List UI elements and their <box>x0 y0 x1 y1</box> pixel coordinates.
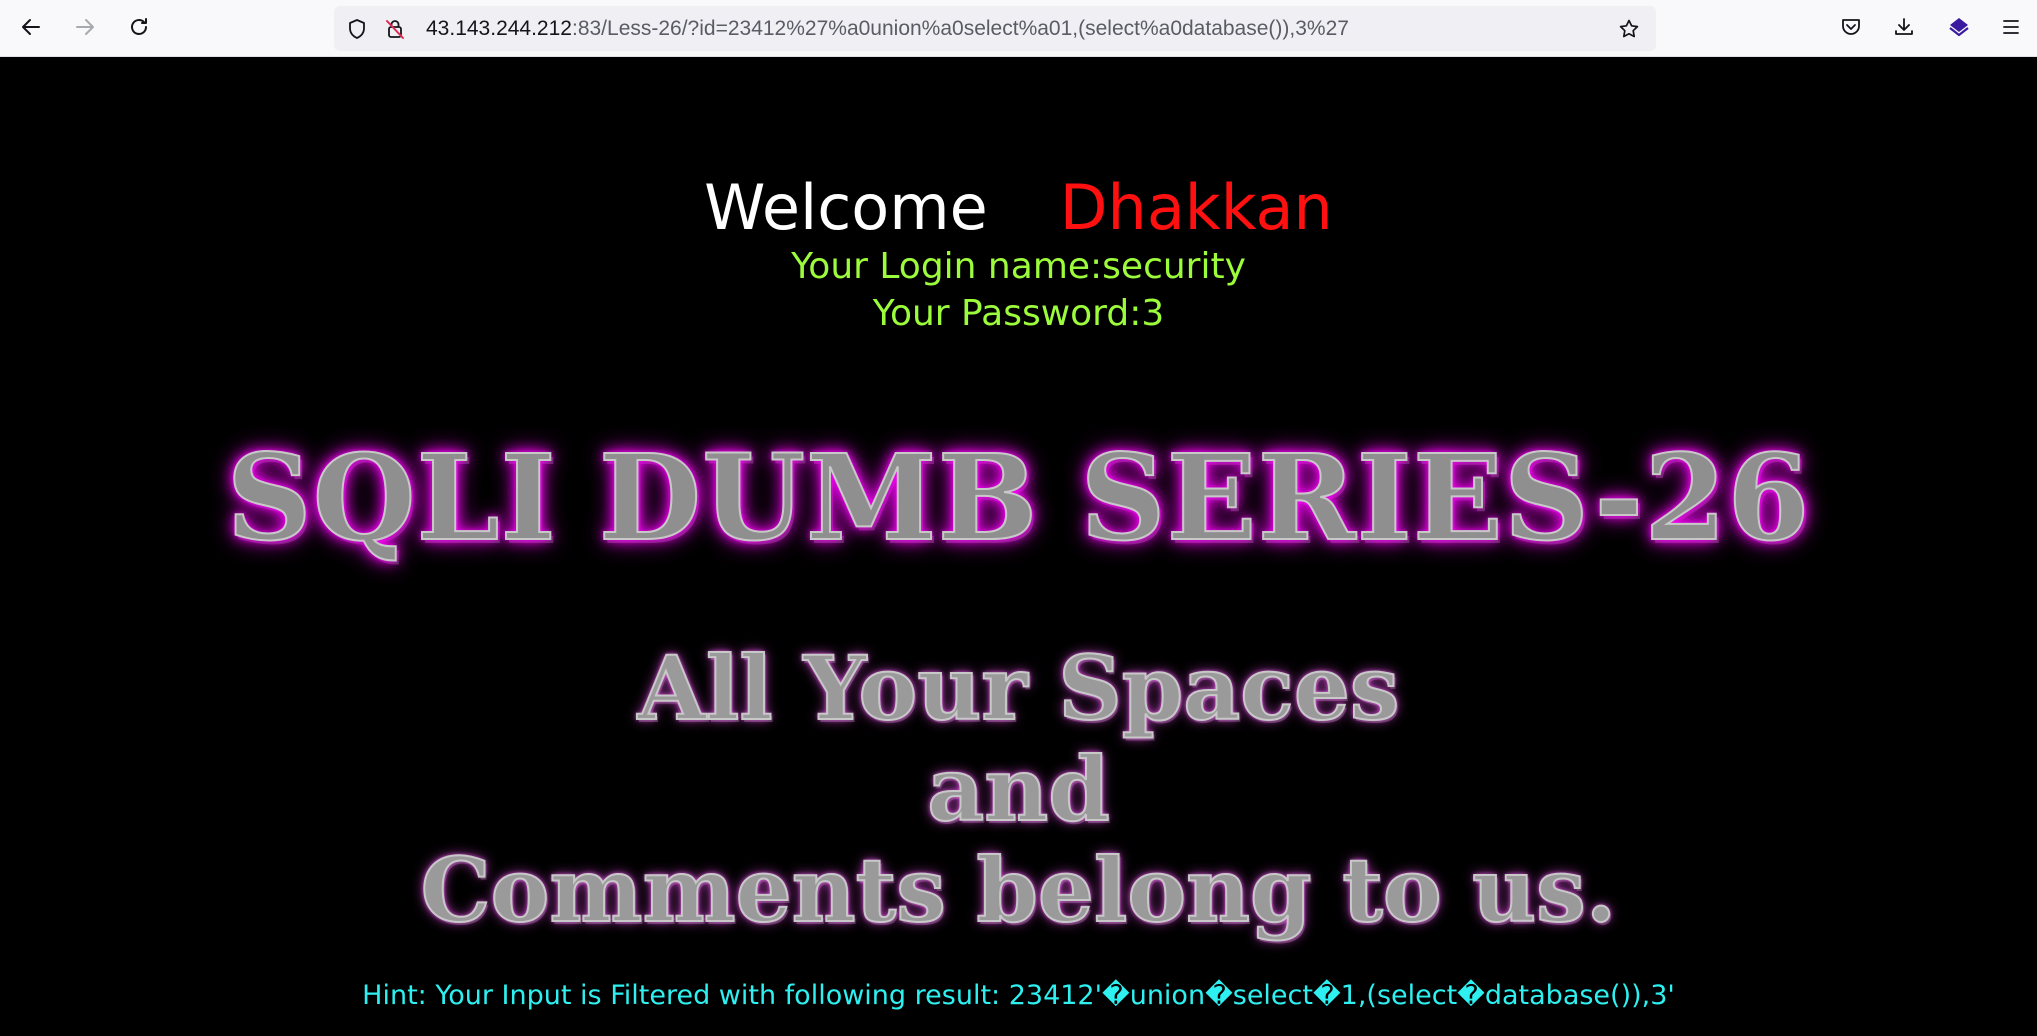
downloads-button[interactable] <box>1885 10 1923 48</box>
bookmark-star-icon[interactable] <box>1616 16 1642 42</box>
hint-text: Hint: Your Input is Filtered with follow… <box>362 980 1675 1011</box>
menu-button[interactable] <box>1992 10 2030 48</box>
welcome-text: Welcome <box>704 171 988 244</box>
forward-button[interactable] <box>66 10 104 48</box>
password-line: Your Password:3 <box>872 293 1165 334</box>
extension-icon <box>1947 15 1971 43</box>
menu-icon <box>1999 15 2023 43</box>
url-path: :83/Less-26/?id=23412%27%a0union%a0selec… <box>571 17 1349 40</box>
pocket-icon <box>1839 15 1863 43</box>
subtitle-line-3: Comments belong to us. <box>420 838 1618 942</box>
address-bar[interactable]: 43.143.244.212:83/Less-26/?id=23412%27%a… <box>334 6 1656 51</box>
url-host: 43.143.244.212 <box>426 17 572 40</box>
back-icon <box>19 15 43 43</box>
user-name: Dhakkan <box>1059 171 1333 244</box>
back-button[interactable] <box>12 10 50 48</box>
page-content: Welcome Dhakkan Your Login name:security … <box>0 58 2037 1036</box>
subtitle-line-2: and <box>926 737 1111 841</box>
reload-button[interactable] <box>120 10 158 48</box>
forward-icon <box>73 15 97 43</box>
login-name-line: Your Login name:security <box>791 246 1246 287</box>
url-text[interactable]: 43.143.244.212:83/Less-26/?id=23412%27%a… <box>426 6 1349 51</box>
series-title: SQLI DUMB SERIES-26 <box>226 427 1811 568</box>
browser-toolbar: 43.143.244.212:83/Less-26/?id=23412%27%a… <box>0 0 2037 57</box>
download-icon <box>1892 15 1916 43</box>
welcome-heading: Welcome Dhakkan <box>0 168 2037 248</box>
shield-icon[interactable] <box>344 16 370 42</box>
extension-button[interactable] <box>1940 10 1978 48</box>
pocket-button[interactable] <box>1832 10 1870 48</box>
subtitle-line-1: All Your Spaces <box>637 636 1401 740</box>
insecure-lock-icon[interactable] <box>382 16 408 42</box>
reload-icon <box>127 15 151 43</box>
